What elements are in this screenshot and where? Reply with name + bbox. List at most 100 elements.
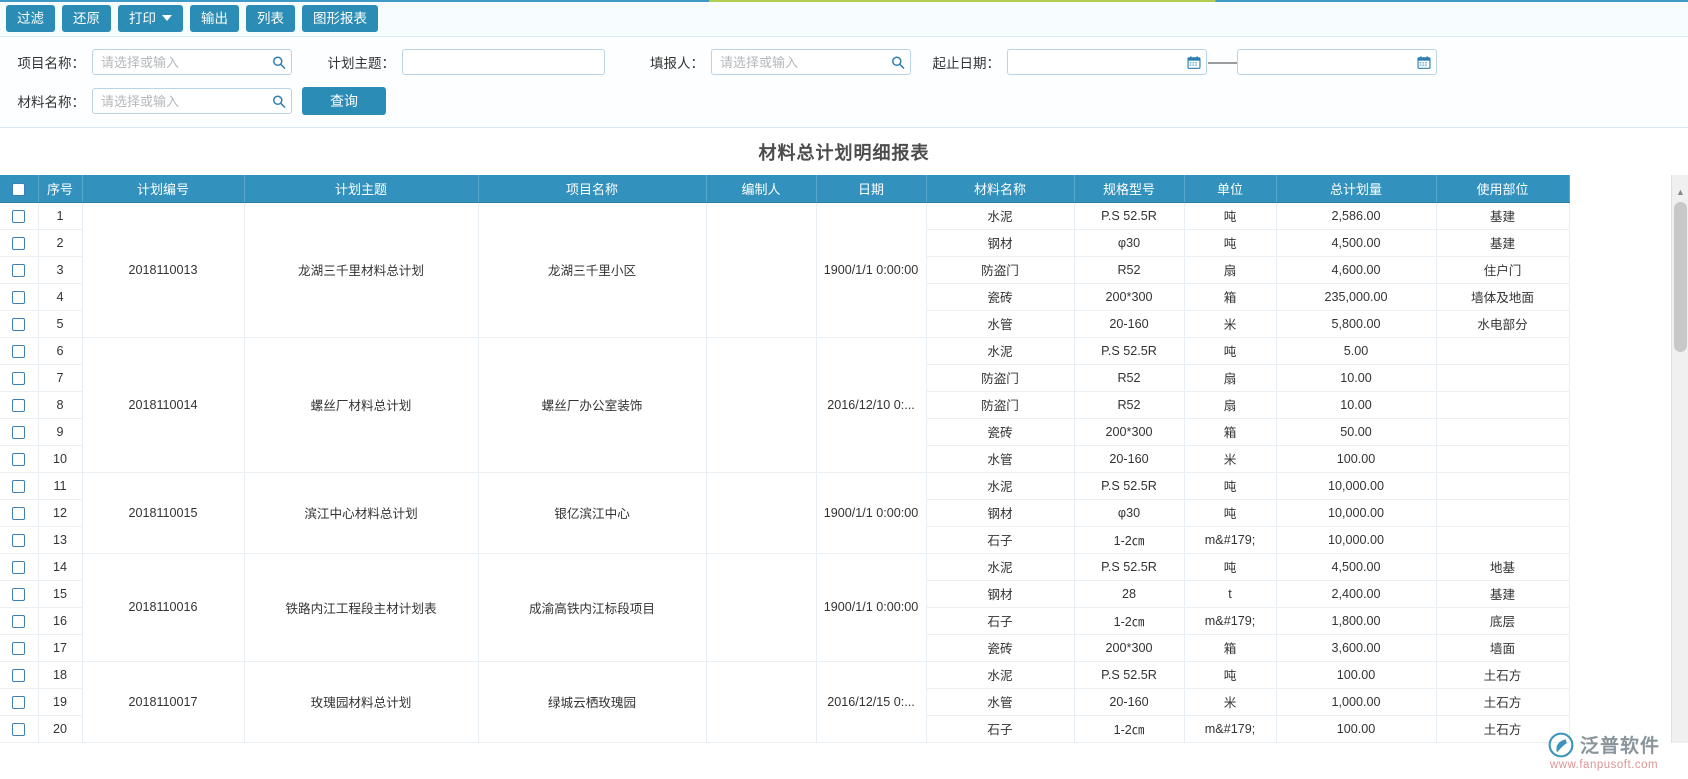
row-select-cell[interactable] xyxy=(0,202,39,230)
material-cell[interactable]: 石子 xyxy=(926,715,1075,743)
material-name-input[interactable] xyxy=(92,88,292,114)
row-select-cell[interactable] xyxy=(0,472,39,500)
row-checkbox[interactable] xyxy=(12,641,26,655)
row-select-cell[interactable] xyxy=(0,607,39,635)
col-author[interactable]: 编制人 xyxy=(706,175,817,203)
plan-subject-cell[interactable]: 龙湖三千里材料总计划 xyxy=(244,202,479,338)
plan-subject-input[interactable] xyxy=(402,49,605,75)
calendar-icon[interactable] xyxy=(1416,55,1431,70)
material-cell[interactable]: 防盗门 xyxy=(926,391,1075,419)
query-button[interactable]: 查询 xyxy=(302,87,386,115)
material-cell[interactable]: 防盗门 xyxy=(926,256,1075,284)
col-index[interactable]: 序号 xyxy=(38,175,83,203)
material-cell[interactable]: 瓷砖 xyxy=(926,418,1075,446)
row-checkbox[interactable] xyxy=(12,722,26,736)
search-icon[interactable] xyxy=(271,94,286,109)
vertical-scrollbar[interactable]: ▲ xyxy=(1671,175,1688,743)
col-spec[interactable]: 规格型号 xyxy=(1074,175,1185,203)
start-date-input[interactable] xyxy=(1007,49,1207,75)
material-cell[interactable]: 水管 xyxy=(926,688,1075,716)
plan-no-cell[interactable]: 2018110015 xyxy=(82,472,245,554)
project-name-cell[interactable]: 螺丝厂办公室装饰 xyxy=(478,337,707,473)
row-select-cell[interactable] xyxy=(0,688,39,716)
row-checkbox[interactable] xyxy=(12,209,26,223)
table-row[interactable]: 18 2018110017 玫瑰园材料总计划 绿城云栖玫瑰园 2016/12/15 0:… xyxy=(0,661,1570,743)
end-date-input[interactable] xyxy=(1237,49,1437,75)
material-cell[interactable]: 钢材 xyxy=(926,580,1075,608)
export-button[interactable]: 输出 xyxy=(190,4,239,32)
table-row[interactable]: 14 2018110016 铁路内江工程段主材计划表 成渝高铁内江标段项目 1900/1… xyxy=(0,553,1570,662)
material-cell[interactable]: 石子 xyxy=(926,607,1075,635)
project-name-cell[interactable]: 绿城云栖玫瑰园 xyxy=(478,661,707,743)
search-icon[interactable] xyxy=(271,55,286,70)
plan-subject-cell[interactable]: 滨江中心材料总计划 xyxy=(244,472,479,554)
row-select-cell[interactable] xyxy=(0,229,39,257)
material-cell[interactable]: 钢材 xyxy=(926,499,1075,527)
plan-no-cell[interactable]: 2018110014 xyxy=(82,337,245,473)
material-cell[interactable]: 钢材 xyxy=(926,229,1075,257)
material-cell[interactable]: 水泥 xyxy=(926,337,1075,365)
row-select-cell[interactable] xyxy=(0,283,39,311)
col-qty[interactable]: 总计划量 xyxy=(1276,175,1437,203)
filter-button[interactable]: 过滤 xyxy=(6,4,55,32)
plan-subject-cell[interactable]: 螺丝厂材料总计划 xyxy=(244,337,479,473)
plan-subject-cell[interactable]: 玫瑰园材料总计划 xyxy=(244,661,479,743)
row-select-cell[interactable] xyxy=(0,580,39,608)
row-checkbox[interactable] xyxy=(12,614,26,628)
row-checkbox[interactable] xyxy=(12,425,26,439)
row-select-cell[interactable] xyxy=(0,256,39,284)
project-name-cell[interactable]: 龙湖三千里小区 xyxy=(478,202,707,338)
scrollbar-thumb[interactable] xyxy=(1674,202,1687,352)
plan-no-cell[interactable]: 2018110013 xyxy=(82,202,245,338)
print-button[interactable]: 打印 xyxy=(118,4,183,32)
material-cell[interactable]: 瓷砖 xyxy=(926,634,1075,662)
col-plan-subject[interactable]: 计划主题 xyxy=(244,175,479,203)
row-checkbox[interactable] xyxy=(12,506,26,520)
row-select-cell[interactable] xyxy=(0,364,39,392)
restore-button[interactable]: 还原 xyxy=(62,4,111,32)
material-cell[interactable]: 水管 xyxy=(926,310,1075,338)
plan-no-cell[interactable]: 2018110017 xyxy=(82,661,245,743)
chart-report-button[interactable]: 图形报表 xyxy=(302,4,378,32)
material-cell[interactable]: 石子 xyxy=(926,526,1075,554)
row-checkbox[interactable] xyxy=(12,560,26,574)
col-material[interactable]: 材料名称 xyxy=(926,175,1075,203)
row-checkbox[interactable] xyxy=(12,236,26,250)
row-checkbox[interactable] xyxy=(12,290,26,304)
row-checkbox[interactable] xyxy=(12,533,26,547)
table-row[interactable]: 1 2018110013 龙湖三千里材料总计划 龙湖三千里小区 1900/1/1 0:0… xyxy=(0,202,1570,338)
project-name-input[interactable] xyxy=(92,49,292,75)
row-checkbox[interactable] xyxy=(12,344,26,358)
material-cell[interactable]: 水泥 xyxy=(926,553,1075,581)
material-cell[interactable]: 瓷砖 xyxy=(926,283,1075,311)
select-all-header[interactable] xyxy=(0,175,39,203)
list-button[interactable]: 列表 xyxy=(246,4,295,32)
material-cell[interactable]: 水泥 xyxy=(926,661,1075,689)
row-checkbox[interactable] xyxy=(12,587,26,601)
material-cell[interactable]: 水泥 xyxy=(926,472,1075,500)
material-cell[interactable]: 防盗门 xyxy=(926,364,1075,392)
select-all-checkbox[interactable] xyxy=(12,182,26,196)
project-name-cell[interactable]: 成渝高铁内江标段项目 xyxy=(478,553,707,662)
table-row[interactable]: 6 2018110014 螺丝厂材料总计划 螺丝厂办公室装饰 2016/12/10 0:… xyxy=(0,337,1570,473)
col-project-name[interactable]: 项目名称 xyxy=(478,175,707,203)
calendar-icon[interactable] xyxy=(1186,55,1201,70)
row-checkbox[interactable] xyxy=(12,371,26,385)
scroll-up-icon[interactable]: ▲ xyxy=(1672,183,1688,200)
row-select-cell[interactable] xyxy=(0,553,39,581)
row-select-cell[interactable] xyxy=(0,715,39,743)
row-checkbox[interactable] xyxy=(12,695,26,709)
row-select-cell[interactable] xyxy=(0,499,39,527)
row-checkbox[interactable] xyxy=(12,479,26,493)
col-unit[interactable]: 单位 xyxy=(1184,175,1277,203)
material-cell[interactable]: 水管 xyxy=(926,445,1075,473)
row-checkbox[interactable] xyxy=(12,668,26,682)
row-select-cell[interactable] xyxy=(0,337,39,365)
row-checkbox[interactable] xyxy=(12,398,26,412)
plan-subject-cell[interactable]: 铁路内江工程段主材计划表 xyxy=(244,553,479,662)
row-select-cell[interactable] xyxy=(0,634,39,662)
project-name-cell[interactable]: 银亿滨江中心 xyxy=(478,472,707,554)
search-icon[interactable] xyxy=(890,55,905,70)
row-checkbox[interactable] xyxy=(12,452,26,466)
col-date[interactable]: 日期 xyxy=(816,175,927,203)
